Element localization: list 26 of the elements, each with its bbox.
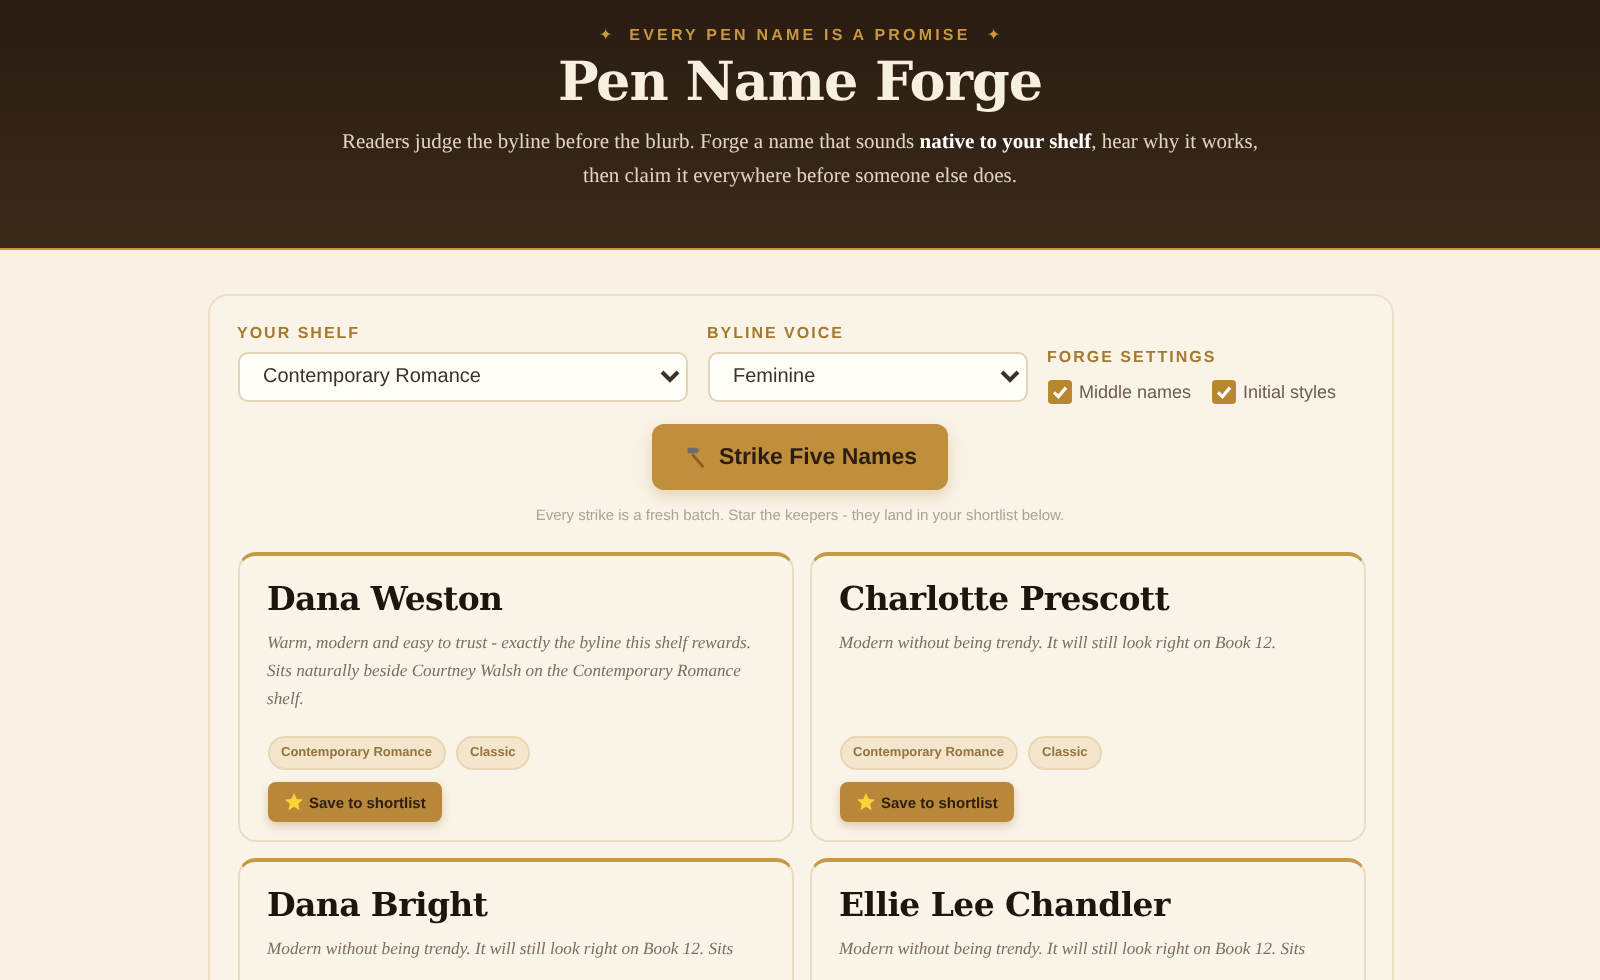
checkbox-label: Initial styles [1243,382,1337,402]
name-description: Modern without being trendy. It will still look right on Book 12. Sits [839,936,1308,962]
field-label: BYLINE VOICE [707,324,846,342]
name-description: Modern without being trendy. It will still look right on Book 12. Sits [267,936,736,962]
shelf-select[interactable]: Contemporary Romance [237,352,687,402]
voice-select[interactable]: Feminine [707,352,1027,402]
checkbox[interactable] [1047,380,1071,404]
hammer-icon [682,444,709,470]
star-icon [855,792,875,812]
field-label: FORGE SETTINGS [1047,348,1219,366]
intro-text: Readers judge the byline before the blurb. Forge a name that sounds native to your shelf, hear why it works, then claim it everywhere before someone else does. [339,130,1261,192]
checkbox[interactable] [1211,380,1236,404]
page-title: Pen Name Forge [555,52,1045,114]
star-icon [283,792,303,812]
sparkle-mark: ✦ [986,26,1001,44]
strike-button[interactable]: Strike Five Names [652,424,948,490]
field-label: YOUR SHELF [237,324,363,342]
name-description: Warm, modern and easy to trust - exactly the byline this shelf rewards. Sits naturally beside Courtney Walsh on the Contemporary Romance shelf. [267,630,754,712]
name-description: Modern without being trendy. It will still look right on Book 12. [839,630,1279,656]
sparkle-mark: ✦ [599,26,614,44]
pen-name: Dana Weston [267,580,505,618]
eyebrow-text: EVERY PEN NAME IS A PROMISE [629,26,971,44]
pen-name: Dana Bright [267,886,490,924]
pen-name: Charlotte Prescott [839,580,1172,618]
checkbox-label: Middle names [1079,382,1192,402]
pen-name: Ellie Lee Chandler [839,886,1173,924]
